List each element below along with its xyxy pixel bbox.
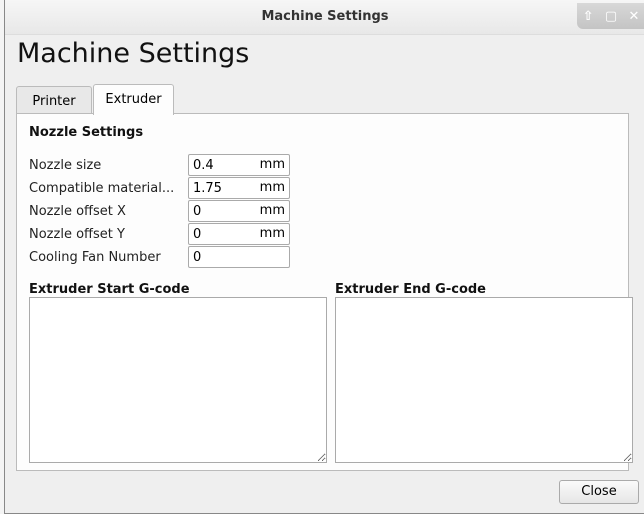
field-label: Cooling Fan Number <box>29 250 161 265</box>
start-gcode-textarea[interactable] <box>29 297 327 463</box>
field-input[interactable]: 0 mm <box>188 223 290 245</box>
field-label: Nozzle offset Y <box>29 227 125 242</box>
field-unit: mm <box>259 203 285 218</box>
field-label: Nozzle offset X <box>29 204 126 219</box>
field-input[interactable]: 0.4 mm <box>188 154 290 176</box>
field-input[interactable]: 0 <box>188 246 290 268</box>
field-label: Compatible material... <box>29 181 175 196</box>
tab-extruder[interactable]: Extruder <box>93 84 174 115</box>
field-value: 0 <box>193 204 202 219</box>
up-icon[interactable]: ⇧ <box>583 9 594 24</box>
close-button[interactable]: Close <box>559 480 639 504</box>
field-unit: mm <box>259 226 285 241</box>
window-title: Machine Settings <box>261 9 389 24</box>
field-unit: mm <box>259 180 285 195</box>
tab-printer[interactable]: Printer <box>16 86 92 114</box>
page-title: Machine Settings <box>17 38 250 69</box>
end-gcode-textarea[interactable] <box>335 297 633 463</box>
field-input[interactable]: 1.75 mm <box>188 177 290 199</box>
start-gcode-heading: Extruder Start G-code <box>29 282 190 297</box>
close-icon[interactable]: ✕ <box>628 9 639 24</box>
machine-settings-dialog: Machine Settings ⇧ ▢ ✕ Machine Settings … <box>4 0 644 514</box>
field-input[interactable]: 0 mm <box>188 200 290 222</box>
field-value: 0 <box>193 227 202 242</box>
field-value: 0 <box>193 250 202 265</box>
field-value: 1.75 <box>193 181 222 196</box>
nozzle-settings-heading: Nozzle Settings <box>29 125 144 140</box>
field-value: 0.4 <box>193 158 214 173</box>
field-label: Nozzle size <box>29 158 102 173</box>
end-gcode-heading: Extruder End G-code <box>335 282 486 297</box>
title-bar: Machine Settings ⇧ ▢ ✕ <box>5 0 644 35</box>
field-unit: mm <box>259 157 285 172</box>
maximize-icon[interactable]: ▢ <box>605 9 617 24</box>
extruder-panel: Nozzle Settings Nozzle size 0.4 mm Compa… <box>16 113 633 471</box>
